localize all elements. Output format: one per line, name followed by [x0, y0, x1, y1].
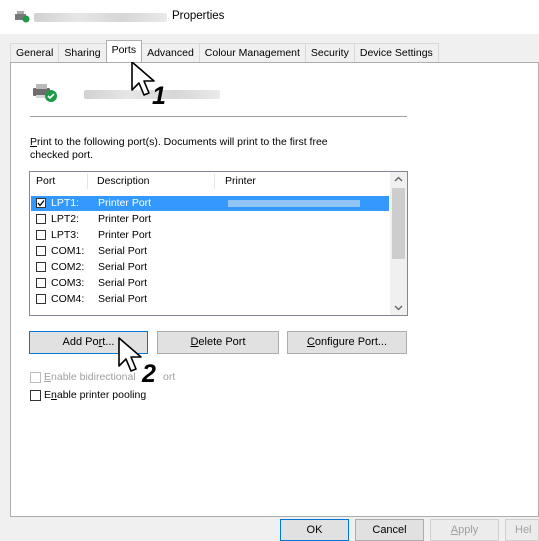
port-description: Serial Port: [98, 293, 148, 305]
port-name: LPT1:: [51, 197, 80, 209]
ok-button[interactable]: OK: [280, 519, 349, 541]
tab-general[interactable]: General: [10, 43, 60, 62]
printer-ready-icon: [33, 84, 57, 102]
port-row-com3[interactable]: COM3: Serial Port: [31, 276, 389, 291]
printer-pooling-label: Enable printer pooling: [44, 389, 147, 401]
bidirectional-checkbox[interactable]: [30, 372, 41, 383]
port-instructions: Print to the following port(s). Document…: [30, 136, 410, 162]
port-checkbox[interactable]: [36, 294, 46, 304]
port-description: Serial Port: [98, 245, 148, 257]
port-description: Serial Port: [98, 261, 148, 273]
cancel-button[interactable]: Cancel: [355, 519, 424, 541]
port-checkbox[interactable]: [36, 262, 46, 272]
column-header-printer[interactable]: Printer: [225, 172, 256, 190]
printer-name-redacted-3: [228, 200, 360, 207]
port-checkbox[interactable]: [36, 278, 46, 288]
port-row-com1[interactable]: COM1: Serial Port: [31, 244, 389, 259]
port-checkbox[interactable]: [36, 230, 46, 240]
delete-port-button[interactable]: Delete Port: [157, 331, 279, 354]
window-title: Properties: [172, 10, 225, 22]
column-divider: [87, 174, 88, 189]
printer-name-redacted: [34, 13, 167, 22]
step-2-label: 2: [142, 360, 156, 388]
tab-device-settings[interactable]: Device Settings: [353, 43, 439, 62]
column-header-description[interactable]: Description: [97, 172, 150, 190]
apply-button[interactable]: Apply: [430, 519, 499, 541]
printer-pooling-checkbox[interactable]: [30, 390, 41, 401]
scroll-up-icon[interactable]: [394, 176, 403, 182]
configure-port-button[interactable]: Configure Port...: [287, 331, 407, 354]
step-1-label: 1: [152, 82, 166, 110]
instruction-line1: rint to the following port(s). Documents…: [37, 136, 328, 148]
port-description: Serial Port: [98, 277, 148, 289]
port-row-com4[interactable]: COM4: Serial Port: [31, 292, 389, 307]
port-name: COM2:: [51, 261, 85, 273]
port-checkbox[interactable]: [36, 198, 46, 208]
port-row-lpt1[interactable]: LPT1: Printer Port: [31, 196, 389, 211]
column-header-port[interactable]: Port: [36, 172, 55, 190]
scroll-down-icon[interactable]: [394, 305, 403, 311]
vertical-scrollbar[interactable]: [390, 172, 407, 315]
port-name: COM3:: [51, 277, 85, 289]
tab-security[interactable]: Security: [304, 43, 355, 62]
port-description: Printer Port: [98, 229, 152, 241]
title-bar: Properties: [0, 0, 539, 34]
scrollbar-thumb[interactable]: [392, 188, 405, 259]
instruction-access-key: P: [30, 136, 38, 148]
tab-ports[interactable]: Ports: [105, 40, 143, 62]
port-list[interactable]: Port Description Printer LPT1: Printer P…: [29, 171, 408, 316]
help-button[interactable]: Hel: [505, 519, 539, 541]
tab-strip: General Sharing Ports Advanced Colour Ma…: [10, 40, 439, 62]
port-checkbox[interactable]: [36, 246, 46, 256]
bidirectional-label-tail: ort: [163, 371, 176, 383]
port-name: LPT2:: [51, 213, 80, 225]
port-name: LPT3:: [51, 229, 80, 241]
port-description: Printer Port: [98, 213, 152, 225]
tab-colour-management[interactable]: Colour Management: [198, 43, 306, 62]
port-name: COM4:: [51, 293, 85, 305]
checkmark-icon: [37, 200, 45, 207]
instruction-line2: checked port.: [30, 149, 94, 161]
printer-icon: [15, 11, 30, 23]
column-divider: [214, 174, 215, 189]
port-description: Printer Port: [98, 197, 152, 209]
port-row-com2[interactable]: COM2: Serial Port: [31, 260, 389, 275]
port-checkbox[interactable]: [36, 214, 46, 224]
tab-sharing[interactable]: Sharing: [58, 43, 107, 62]
separator: [30, 116, 407, 117]
port-row-lpt2[interactable]: LPT2: Printer Port: [31, 212, 389, 227]
port-row-lpt3[interactable]: LPT3: Printer Port: [31, 228, 389, 243]
port-name: COM1:: [51, 245, 85, 257]
